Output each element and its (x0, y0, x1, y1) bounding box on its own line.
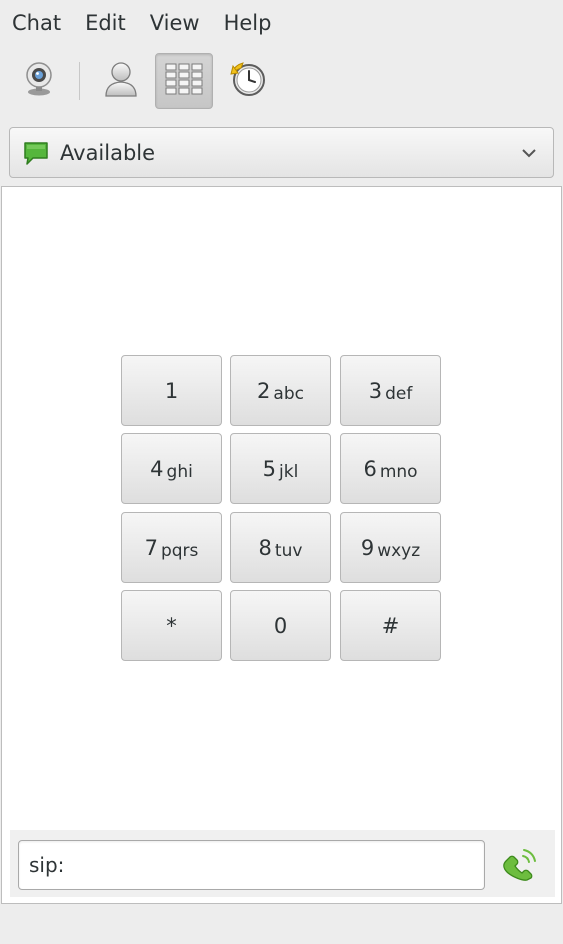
dial-key-7[interactable]: 7 pqrs (121, 512, 222, 583)
dial-key-star[interactable]: * (121, 590, 222, 661)
dial-key-digit: 9 (360, 535, 375, 560)
contact-person-icon (103, 60, 139, 102)
dial-key-digit: 4 (150, 456, 164, 481)
dial-key-digit: 1 (164, 378, 179, 403)
dial-key-digit: # (381, 613, 400, 638)
history-clock-icon (229, 60, 267, 102)
dial-key-letters: def (385, 383, 413, 404)
dial-key-letters: ghi (166, 461, 193, 482)
dial-key-1[interactable]: 1 (121, 355, 222, 426)
presence-status-label: Available (60, 140, 156, 165)
dial-key-5[interactable]: 5 jkl (230, 433, 331, 504)
sip-address-input[interactable] (18, 840, 485, 890)
menu-help[interactable]: Help (212, 0, 284, 46)
dial-key-digit: 2 (257, 378, 271, 403)
contacts-button[interactable] (92, 53, 150, 109)
dialpad-panel: 1 2 abc 3 def 4 ghi 5 jkl 6 mno 7 pqrs 8… (1, 186, 562, 904)
speech-bubble-icon (22, 139, 50, 167)
menu-bar: Chat Edit View Help (0, 0, 563, 46)
menu-chat[interactable]: Chat (0, 0, 73, 46)
dialpad-icon (164, 62, 204, 100)
dial-key-digit: 5 (262, 456, 277, 481)
dial-key-2[interactable]: 2 abc (230, 355, 331, 426)
empathy-window: Chat Edit View Help Available 1 2 abc 3 … (0, 0, 563, 944)
dial-key-digit: * (166, 613, 177, 638)
menu-edit[interactable]: Edit (73, 0, 138, 46)
chevron-down-icon (511, 135, 547, 171)
call-button[interactable] (497, 842, 541, 886)
dial-key-digit: 8 (258, 535, 272, 560)
dial-key-6[interactable]: 6 mno (340, 433, 441, 504)
dial-key-letters: abc (273, 383, 304, 404)
webcam-button[interactable] (10, 53, 68, 109)
call-bar (10, 830, 555, 897)
dial-key-letters: pqrs (160, 540, 199, 561)
dial-key-letters: tuv (274, 540, 303, 561)
dial-key-letters: jkl (279, 461, 299, 482)
dial-key-hash[interactable]: # (340, 590, 441, 661)
webcam-icon (22, 61, 56, 101)
dial-key-0[interactable]: 0 (230, 590, 331, 661)
dial-key-digit: 0 (273, 613, 288, 638)
dial-key-8[interactable]: 8 tuv (230, 512, 331, 583)
presence-chooser[interactable]: Available (9, 127, 554, 178)
history-button[interactable] (219, 53, 277, 109)
toolbar-separator (79, 62, 80, 100)
dial-key-letters: wxyz (377, 540, 421, 561)
dial-key-letters: mno (379, 461, 418, 482)
dial-key-digit: 3 (368, 378, 383, 403)
dial-key-3[interactable]: 3 def (340, 355, 441, 426)
dial-key-digit: 6 (363, 456, 377, 481)
dial-key-4[interactable]: 4 ghi (121, 433, 222, 504)
dial-key-9[interactable]: 9 wxyz (340, 512, 441, 583)
menu-view[interactable]: View (138, 0, 212, 46)
phone-handset-icon (499, 842, 539, 886)
dialpad-button[interactable] (155, 53, 213, 109)
toolbar (0, 50, 563, 112)
dialpad-grid: 1 2 abc 3 def 4 ghi 5 jkl 6 mno 7 pqrs 8… (121, 355, 443, 663)
dial-key-digit: 7 (144, 535, 158, 560)
